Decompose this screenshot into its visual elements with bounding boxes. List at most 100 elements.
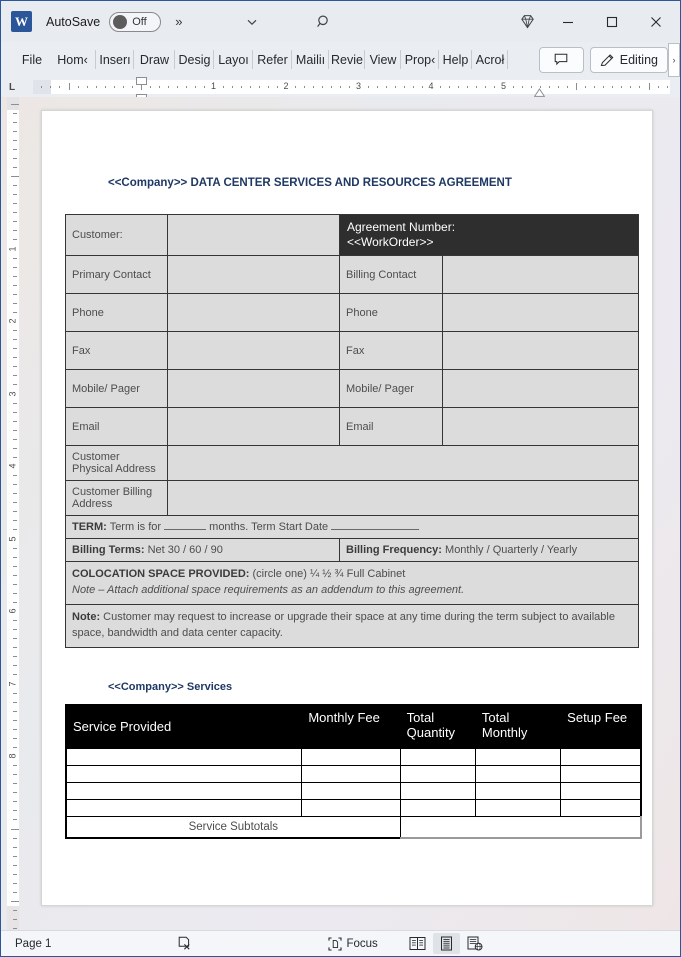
- primary-mobile-value[interactable]: [167, 369, 340, 408]
- service-cell[interactable]: [65, 748, 303, 767]
- minimize-icon[interactable]: [546, 6, 590, 38]
- service-cell[interactable]: [474, 765, 562, 784]
- autosave-toggle[interactable]: Off: [109, 11, 162, 32]
- ruler-tick: [13, 801, 17, 803]
- service-cell[interactable]: [399, 782, 476, 801]
- horizontal-ruler[interactable]: L 1 2 3 4 5: [1, 77, 680, 102]
- ruler-tick: [13, 411, 17, 413]
- service-cell[interactable]: [474, 799, 562, 818]
- proofing-errors-button[interactable]: [177, 936, 192, 951]
- web-layout-icon[interactable]: [462, 933, 489, 954]
- read-mode-icon[interactable]: [404, 933, 431, 954]
- first-line-indent-marker[interactable]: [135, 77, 147, 85]
- service-cell[interactable]: [301, 748, 401, 767]
- ruler-tick: [612, 86, 614, 88]
- service-cell[interactable]: [399, 799, 476, 818]
- ruler-tick: [403, 86, 405, 88]
- primary-fax-value[interactable]: [167, 331, 340, 370]
- tab-review[interactable]: Revie: [329, 42, 365, 77]
- tab-stop-selector[interactable]: L: [1, 77, 23, 97]
- comments-button[interactable]: [538, 46, 584, 73]
- ribbon-expand-button[interactable]: ›: [668, 42, 680, 77]
- ruler-tick: [13, 194, 17, 196]
- service-cell[interactable]: [560, 748, 642, 767]
- primary-phone-value[interactable]: [167, 293, 340, 332]
- ruler-tick: [313, 86, 315, 88]
- service-subtotal-value[interactable]: [399, 816, 642, 839]
- ruler-number: 3: [355, 81, 362, 91]
- page-indicator[interactable]: Page 1: [15, 938, 51, 950]
- tab-mailings[interactable]: Mailiı: [292, 42, 329, 77]
- service-cell[interactable]: [301, 799, 401, 818]
- term-cell[interactable]: TERM: Term is for months. Term Start Dat…: [64, 515, 640, 539]
- service-cell[interactable]: [301, 765, 401, 784]
- service-cell[interactable]: [65, 765, 303, 784]
- note-cell[interactable]: Note: Customer may request to increase o…: [64, 603, 640, 648]
- service-cell[interactable]: [301, 782, 401, 801]
- service-cell[interactable]: [65, 782, 303, 801]
- primary-contact-value[interactable]: [167, 255, 340, 294]
- ruler-tick: [13, 846, 17, 848]
- service-cell[interactable]: [560, 782, 642, 801]
- billing-frequency-cell[interactable]: Billing Frequency: Monthly / Quarterly /…: [338, 538, 640, 562]
- editing-mode-button[interactable]: Editing: [589, 46, 668, 73]
- service-cell[interactable]: [399, 765, 476, 784]
- billing-mobile-value[interactable]: [441, 369, 640, 408]
- quick-access-more-button[interactable]: »: [175, 14, 182, 29]
- tab-acrobat[interactable]: Acroł: [472, 42, 508, 77]
- billing-frequency-label: Billing Frequency:: [346, 544, 442, 556]
- ruler-tick: [240, 86, 242, 88]
- close-icon[interactable]: [634, 6, 678, 38]
- service-cell[interactable]: [560, 799, 642, 818]
- ruler-tick: [13, 284, 17, 286]
- billing-contact-value[interactable]: [441, 255, 640, 294]
- term-start-date-blank[interactable]: [331, 529, 420, 530]
- ruler-tick: [131, 86, 133, 88]
- tab-view[interactable]: View: [365, 42, 401, 77]
- primary-email-value[interactable]: [167, 407, 340, 446]
- tab-home[interactable]: Hom‹: [49, 42, 96, 77]
- tab-insert[interactable]: Inserı: [96, 42, 134, 77]
- col-setup-fee: Setup Fee: [560, 704, 641, 749]
- chevron-down-icon[interactable]: [233, 7, 271, 37]
- tab-properties[interactable]: Prop‹: [401, 42, 439, 77]
- print-layout-icon[interactable]: [432, 933, 460, 954]
- tab-help[interactable]: Help: [439, 42, 472, 77]
- billing-email-value[interactable]: [441, 407, 640, 446]
- service-cell[interactable]: [474, 782, 562, 801]
- billing-terms-cell[interactable]: Billing Terms: Net 30 / 60 / 90: [65, 538, 340, 562]
- billing-address-value[interactable]: [166, 480, 640, 516]
- ruler-number: 8: [7, 753, 18, 759]
- customer-value[interactable]: [167, 214, 340, 256]
- maximize-icon[interactable]: [590, 6, 634, 38]
- service-cell[interactable]: [474, 748, 562, 767]
- status-bar: Page 1 Focus: [1, 930, 680, 956]
- table-row: Mobile/ Pager Mobile/ Pager: [65, 369, 640, 408]
- tab-design[interactable]: Desiɡ: [175, 42, 214, 77]
- physical-address-value[interactable]: [166, 445, 640, 481]
- service-cell[interactable]: [65, 799, 303, 818]
- vertical-ruler[interactable]: 1 2 3 4 5 6 7 8: [1, 97, 23, 930]
- horizontal-ruler-track[interactable]: 1 2 3 4 5: [33, 77, 670, 102]
- diamond-icon[interactable]: [508, 7, 546, 37]
- tab-file[interactable]: File: [15, 42, 49, 77]
- tab-references[interactable]: Refer: [253, 42, 292, 77]
- tab-draw[interactable]: Draw: [134, 42, 175, 77]
- ruler-tick: [13, 112, 17, 114]
- tab-layout[interactable]: Layoı: [214, 42, 253, 77]
- vertical-ruler-track[interactable]: 1 2 3 4 5 6 7 8: [7, 97, 19, 930]
- agreement-number-value[interactable]: <<WorkOrder>>: [347, 235, 631, 250]
- billing-phone-value[interactable]: [441, 293, 640, 332]
- document-page-1[interactable]: <<Company>> DATA CENTER SERVICES AND RES…: [41, 110, 653, 906]
- focus-button[interactable]: Focus: [328, 936, 378, 951]
- colocation-cell[interactable]: COLOCATION SPACE PROVIDED: (circle one) …: [64, 561, 640, 605]
- billing-fax-value[interactable]: [441, 331, 640, 370]
- ruler-tick: [249, 86, 251, 88]
- service-cell[interactable]: [399, 748, 476, 767]
- term-months-blank[interactable]: [164, 529, 207, 530]
- document-scroll-region[interactable]: <<Company>> DATA CENTER SERVICES AND RES…: [23, 97, 680, 930]
- service-cell[interactable]: [560, 765, 642, 784]
- search-icon[interactable]: [305, 7, 343, 37]
- ruler-tick: [150, 86, 152, 88]
- agreement-number-label: Agreement Number:: [347, 220, 456, 234]
